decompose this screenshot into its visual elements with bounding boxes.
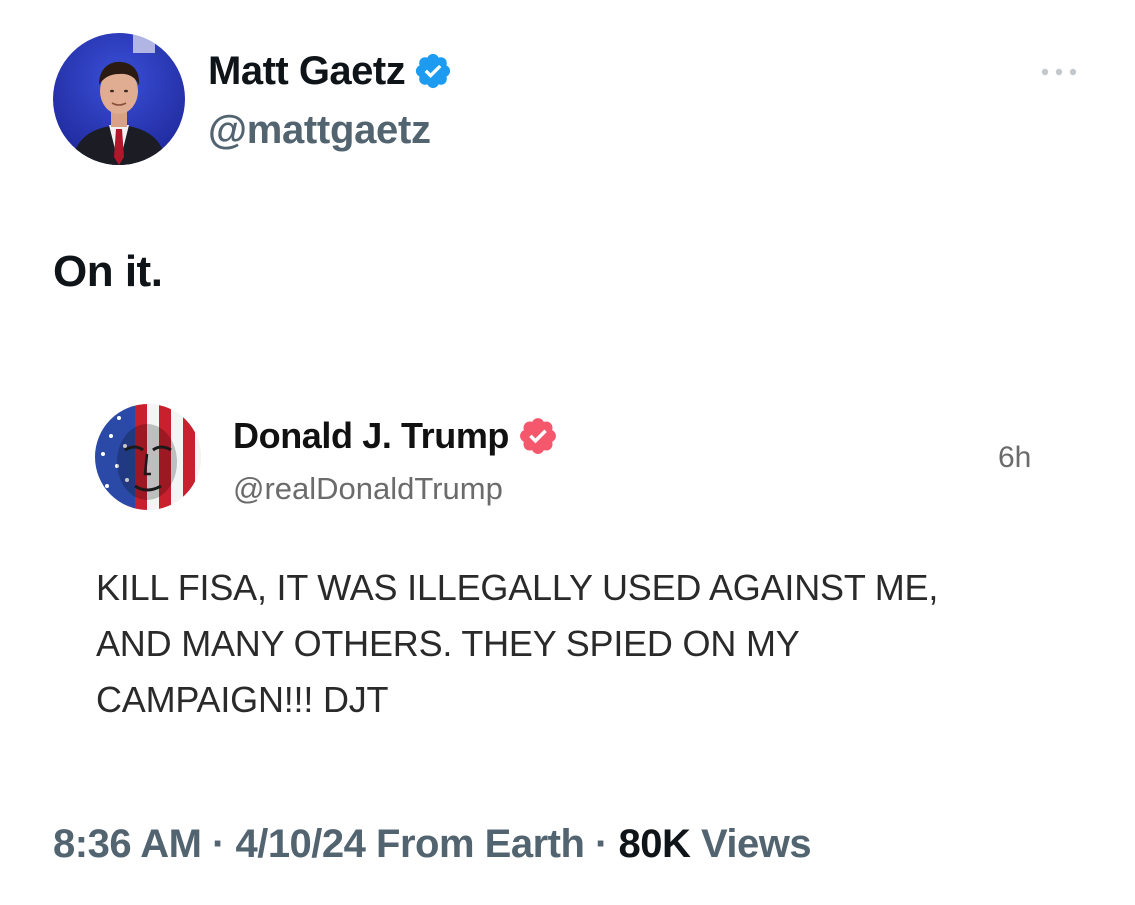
quoted-author-name[interactable]: Donald J. Trump	[233, 414, 509, 458]
author-avatar-image	[53, 33, 185, 165]
verified-badge-icon	[520, 418, 556, 454]
tweet-date[interactable]: 4/10/24	[235, 822, 365, 866]
tweet-time[interactable]: 8:36 AM	[53, 822, 202, 866]
quoted-post-timestamp[interactable]: 6h	[998, 440, 1031, 476]
quoted-author-avatar[interactable]	[95, 404, 201, 510]
verified-badge-icon	[416, 53, 451, 89]
quoted-post-text-line: CAMPAIGN!!! DJT	[96, 679, 389, 720]
meta-separator: ·	[201, 822, 236, 866]
author-handle[interactable]: @mattgaetz	[208, 106, 431, 154]
quoted-author-avatar-image	[95, 404, 201, 510]
more-options-button[interactable]	[1038, 60, 1080, 84]
quoted-author-name-row[interactable]: Donald J. Trump	[233, 414, 559, 458]
author-name-row[interactable]: Matt Gaetz	[208, 47, 453, 95]
quoted-post-text-line: KILL FISA, IT WAS ILLEGALLY USED AGAINST…	[96, 567, 939, 608]
author-name[interactable]: Matt Gaetz	[208, 47, 406, 95]
quoted-post-text: KILL FISA, IT WAS ILLEGALLY USED AGAINST…	[96, 560, 1056, 728]
views-count[interactable]: 80K	[618, 822, 690, 866]
author-avatar[interactable]	[53, 33, 185, 165]
more-dots-icon	[1041, 68, 1077, 76]
tweet-meta: 8:36 AM · 4/10/24 From Earth · 80K Views	[53, 820, 812, 868]
meta-separator: ·	[584, 822, 619, 866]
views-label[interactable]: Views	[701, 822, 812, 866]
tweet-text: On it.	[53, 247, 163, 296]
quoted-author-handle[interactable]: @realDonaldTrump	[233, 470, 503, 508]
tweet-source: From Earth	[376, 822, 585, 866]
quoted-post-text-line: AND MANY OTHERS. THEY SPIED ON MY	[96, 623, 800, 664]
